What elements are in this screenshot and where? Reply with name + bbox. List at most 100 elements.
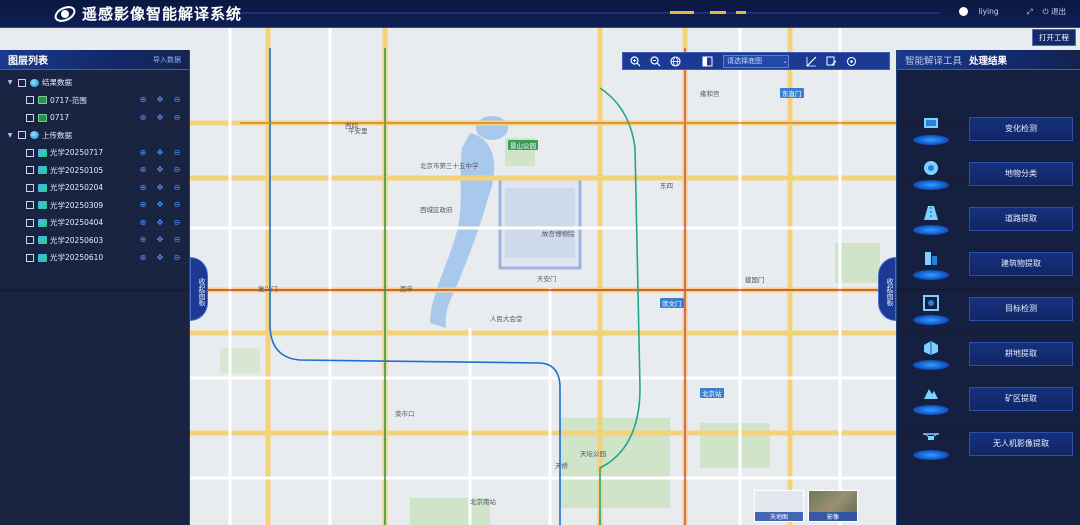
tool-row-road: 道路提取 [897, 196, 1080, 241]
globe-icon[interactable] [667, 54, 683, 68]
measure-icon[interactable] [803, 54, 819, 68]
image-layer-icon [38, 201, 47, 210]
layer-checkbox[interactable] [26, 218, 34, 227]
layer-item[interactable]: 光学20250404 ⊕ ✥ ⊖ [0, 214, 189, 232]
basemap-thumb-imagery[interactable]: 影像 [808, 490, 858, 522]
remove-layer-icon[interactable]: ⊖ [173, 113, 181, 122]
user-avatar-icon [959, 7, 969, 16]
mine-extraction-button[interactable]: 矿区提取 [969, 386, 1073, 411]
layer-item[interactable]: 0717-范围 ⊕ ✥ ⊖ [0, 92, 189, 110]
layer-checkbox[interactable] [18, 78, 26, 87]
layer-item[interactable]: 光学20250105 ⊕ ✥ ⊖ [0, 162, 189, 180]
remove-layer-icon[interactable]: ⊖ [173, 253, 181, 262]
layer-label: 光学20250717 [50, 148, 104, 158]
remove-layer-icon[interactable]: ⊖ [173, 218, 181, 227]
layer-checkbox[interactable] [26, 201, 34, 210]
layer-checkbox[interactable] [26, 96, 34, 105]
move-layer-icon[interactable]: ✥ [156, 236, 164, 244]
collapse-right-panel-button[interactable]: 收起面板 [878, 257, 896, 321]
layer-group-results[interactable]: ▼ 结果数据 [0, 74, 189, 92]
fullscreen-icon[interactable]: ⤢ [1027, 7, 1033, 17]
move-layer-icon[interactable]: ✥ [156, 201, 164, 209]
layer-checkbox[interactable] [26, 183, 34, 192]
caret-down-icon[interactable]: ▼ [6, 79, 14, 86]
basemap-thumb-label: 天地图 [755, 512, 803, 521]
layer-label: 光学20250610 [50, 253, 104, 263]
open-project-button[interactable]: 打开工程 [1032, 28, 1076, 46]
logout-button[interactable]: ⏻ 退出 [1043, 6, 1066, 17]
caret-down-icon[interactable]: ▼ [6, 132, 14, 139]
classification-button[interactable]: 地物分类 [969, 161, 1073, 186]
change-detection-button[interactable]: 变化检测 [969, 116, 1073, 141]
layer-item[interactable]: 光学20250717 ⊕ ✥ ⊖ [0, 144, 189, 162]
zoom-to-layer-icon[interactable]: ⊕ [139, 96, 147, 104]
map-label: 崇文门 [660, 298, 684, 308]
vector-layer-icon [38, 96, 47, 105]
zoom-to-layer-icon[interactable]: ⊕ [139, 218, 147, 227]
zoom-to-layer-icon[interactable]: ⊕ [139, 113, 147, 122]
draw-icon[interactable] [823, 54, 839, 68]
layer-item[interactable]: 光学20250204 ⊕ ✥ ⊖ [0, 179, 189, 197]
layer-item[interactable]: 0717 ⊕ ✥ ⊖ [0, 109, 189, 127]
building-extraction-button[interactable]: 建筑物提取 [969, 251, 1073, 276]
layer-item[interactable]: 光学20250603 ⊕ ✥ ⊖ [0, 232, 189, 250]
remove-layer-icon[interactable]: ⊖ [173, 166, 181, 174]
collapse-left-panel-button[interactable]: 收起面板 [190, 257, 208, 321]
tab-processing-results[interactable]: 处理结果 [969, 53, 1007, 67]
vector-layer-icon [38, 113, 47, 122]
road-extraction-button[interactable]: 道路提取 [969, 206, 1073, 231]
target-detection-button[interactable]: 目标检测 [969, 296, 1073, 321]
move-layer-icon[interactable]: ✥ [156, 148, 164, 157]
zoom-to-layer-icon[interactable]: ⊕ [139, 183, 147, 192]
layer-group-uploads[interactable]: ▼ 上传数据 [0, 127, 189, 145]
layer-checkbox[interactable] [26, 236, 34, 245]
remove-layer-icon[interactable]: ⊖ [173, 201, 181, 209]
project-bar: 未命名工程 打开工程 [984, 28, 1076, 46]
layer-item[interactable]: 光学20250309 ⊕ ✥ ⊖ [0, 197, 189, 215]
zoom-to-layer-icon[interactable]: ⊕ [139, 253, 147, 262]
tool-row-classification: 地物分类 [897, 151, 1080, 196]
mine-icon [911, 381, 951, 417]
zoom-out-icon[interactable] [647, 54, 663, 68]
remove-layer-icon[interactable]: ⊖ [173, 148, 181, 157]
basemap-thumb-vector[interactable]: 天地图 [754, 490, 804, 522]
zoom-to-layer-icon[interactable]: ⊕ [139, 148, 147, 157]
layer-label: 光学20250309 [50, 200, 104, 210]
move-layer-icon[interactable]: ✥ [156, 218, 164, 227]
zoom-to-layer-icon[interactable]: ⊕ [139, 166, 147, 174]
layer-checkbox[interactable] [26, 113, 34, 122]
remove-layer-icon[interactable]: ⊖ [173, 96, 181, 104]
locate-icon[interactable] [843, 54, 859, 68]
move-layer-icon[interactable]: ✥ [156, 166, 164, 174]
remove-layer-icon[interactable]: ⊖ [173, 236, 181, 244]
layer-label: 光学20250105 [50, 165, 104, 175]
zoom-to-layer-icon[interactable]: ⊕ [139, 201, 147, 209]
layer-checkbox[interactable] [18, 131, 26, 140]
app-logo-icon [54, 3, 76, 25]
move-layer-icon[interactable]: ✥ [156, 183, 164, 192]
layer-group-label: 上传数据 [42, 130, 72, 140]
map-label: 东四 [660, 182, 673, 190]
layer-checkbox[interactable] [26, 253, 34, 262]
layers-icon[interactable] [699, 54, 715, 68]
layer-checkbox[interactable] [26, 166, 34, 175]
move-layer-icon[interactable]: ✥ [156, 96, 164, 104]
map-label: 雍和宫 [700, 90, 720, 98]
basemap-select[interactable]: 请选择底图 ⌄ [723, 54, 789, 68]
layer-label: 0717-范围 [50, 95, 87, 105]
remove-layer-icon[interactable]: ⊖ [173, 183, 181, 192]
basemap-select-value: 请选择底图 [727, 57, 762, 65]
zoom-in-icon[interactable] [627, 54, 643, 68]
farmland-extraction-button[interactable]: 耕地提取 [969, 341, 1073, 366]
farmland-icon [911, 336, 951, 372]
layer-checkbox[interactable] [26, 148, 34, 157]
layer-item[interactable]: 光学20250610 ⊕ ✥ ⊖ [0, 249, 189, 267]
move-layer-icon[interactable]: ✥ [156, 113, 164, 122]
drone-icon [911, 426, 951, 462]
drone-extraction-button[interactable]: 无人机影像提取 [969, 431, 1073, 456]
image-layer-icon [38, 166, 47, 175]
move-layer-icon[interactable]: ✥ [156, 253, 164, 262]
zoom-to-layer-icon[interactable]: ⊕ [139, 236, 147, 244]
import-data-button[interactable]: 导入数据 [153, 55, 181, 65]
tab-interpretation-tools[interactable]: 智能解译工具 [905, 53, 962, 67]
